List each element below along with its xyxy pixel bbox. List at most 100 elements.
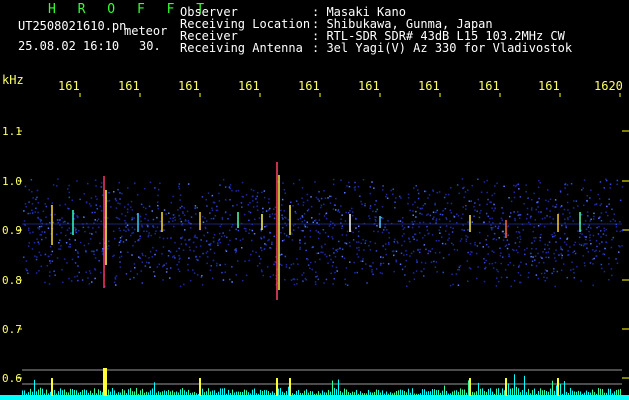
noise-pixel — [589, 239, 591, 242]
noise-pixel — [94, 219, 96, 221]
noise-pixel — [601, 241, 603, 243]
noise-pixel — [64, 220, 66, 223]
noise-pixel — [23, 210, 25, 212]
noise-pixel — [212, 217, 215, 220]
noise-pixel — [531, 248, 533, 250]
noise-pixel — [149, 266, 151, 268]
noise-pixel — [514, 185, 517, 188]
activity-bar — [476, 391, 477, 396]
noise-pixel — [99, 242, 101, 244]
noise-pixel — [561, 257, 563, 259]
noise-pixel — [132, 244, 134, 247]
noise-pixel — [209, 212, 211, 214]
noise-pixel — [117, 202, 119, 204]
noise-pixel — [148, 234, 150, 237]
noise-pixel — [547, 244, 549, 246]
noise-pixel — [323, 282, 325, 284]
noise-pixel — [439, 232, 441, 234]
noise-pixel — [401, 235, 404, 237]
noise-pixel — [445, 230, 447, 232]
activity-bar — [316, 393, 317, 396]
activity-bar — [148, 392, 149, 396]
noise-pixel — [61, 269, 63, 271]
noise-pixel — [143, 187, 146, 190]
noise-pixel — [380, 216, 383, 219]
activity-bar — [318, 391, 319, 396]
noise-pixel — [325, 212, 328, 214]
noise-pixel — [27, 245, 30, 247]
noise-pixel — [67, 188, 69, 190]
noise-pixel — [345, 242, 348, 245]
noise-pixel — [187, 183, 190, 185]
noise-pixel — [39, 218, 41, 221]
noise-pixel — [183, 207, 185, 209]
time-tick-label: 161 — [538, 79, 560, 93]
noise-pixel — [578, 243, 581, 246]
noise-pixel — [395, 197, 397, 199]
noise-pixel — [317, 231, 320, 233]
noise-pixel — [567, 217, 569, 219]
noise-pixel — [113, 254, 115, 257]
noise-pixel — [323, 215, 326, 217]
noise-pixel — [406, 285, 408, 287]
noise-pixel — [159, 236, 161, 239]
noise-pixel — [534, 259, 536, 261]
noise-pixel — [479, 231, 481, 234]
noise-pixel — [37, 211, 39, 214]
noise-pixel — [431, 234, 434, 236]
noise-pixel — [379, 272, 382, 274]
noise-pixel — [199, 245, 202, 247]
noise-pixel — [518, 231, 520, 233]
noise-pixel — [219, 241, 221, 244]
activity-bar — [438, 389, 439, 396]
activity-bar — [76, 390, 77, 396]
noise-pixel — [356, 253, 358, 255]
freq-tick-label: 0.8 — [2, 274, 22, 287]
noise-pixel — [548, 248, 550, 250]
noise-pixel — [167, 255, 170, 257]
noise-pixel — [320, 204, 323, 207]
noise-pixel — [174, 216, 176, 219]
activity-bar — [208, 388, 209, 396]
noise-pixel — [170, 201, 172, 204]
noise-pixel — [492, 227, 494, 229]
noise-pixel — [78, 229, 80, 232]
noise-pixel — [252, 206, 255, 208]
noise-pixel — [314, 261, 316, 263]
noise-pixel — [252, 189, 255, 192]
noise-pixel — [134, 241, 136, 243]
filename-label: UT2508021610.pn — [18, 19, 127, 33]
noise-pixel — [39, 234, 41, 236]
noise-pixel — [452, 244, 455, 246]
activity-bar — [516, 386, 517, 396]
noise-pixel — [549, 198, 552, 200]
noise-pixel — [483, 258, 485, 260]
noise-pixel — [239, 239, 242, 242]
noise-pixel — [224, 186, 227, 188]
noise-pixel — [61, 226, 63, 229]
activity-bar — [128, 389, 129, 396]
activity-bar — [176, 391, 177, 396]
noise-pixel — [491, 228, 493, 231]
noise-pixel — [576, 265, 578, 268]
noise-pixel — [117, 217, 119, 219]
noise-pixel — [507, 226, 509, 228]
activity-bar — [64, 389, 65, 396]
noise-pixel — [382, 217, 384, 220]
activity-bar — [296, 390, 297, 396]
noise-pixel — [292, 205, 294, 207]
activity-bar — [504, 390, 505, 396]
noise-pixel — [259, 262, 261, 265]
noise-pixel — [441, 214, 444, 216]
noise-pixel — [346, 230, 349, 233]
noise-pixel — [242, 196, 244, 198]
noise-pixel — [596, 226, 598, 229]
noise-pixel — [616, 183, 618, 186]
activity-bar — [456, 390, 457, 396]
noise-pixel — [390, 189, 392, 192]
noise-pixel — [58, 242, 60, 244]
noise-pixel — [206, 250, 209, 253]
noise-pixel — [526, 207, 529, 210]
noise-pixel — [560, 246, 562, 248]
noise-pixel — [101, 250, 104, 253]
